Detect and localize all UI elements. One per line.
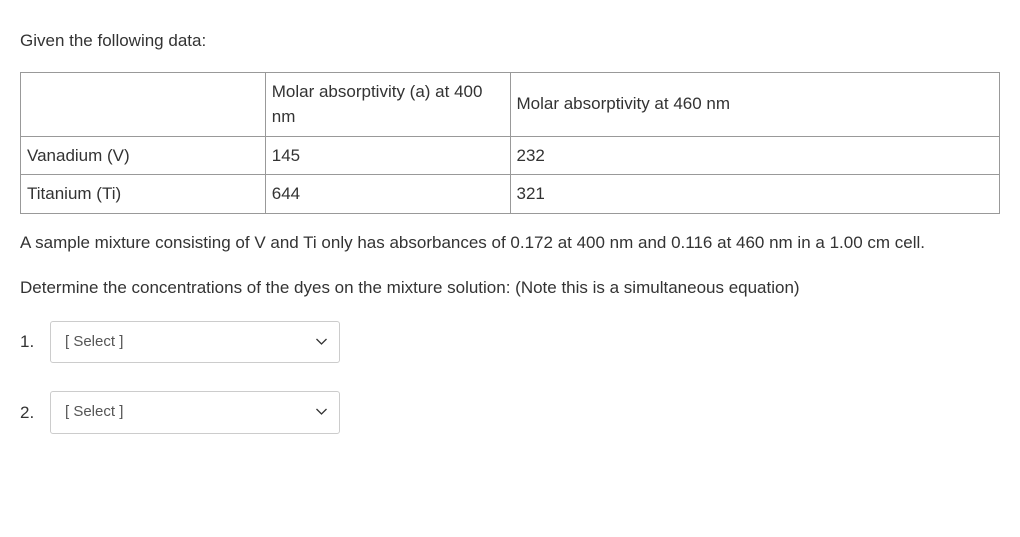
table-cell-460: 321: [510, 175, 1000, 214]
table-header-row: Molar absorptivity (a) at 400 nm Molar a…: [21, 72, 1000, 136]
chevron-down-icon: [316, 338, 327, 345]
sample-description: A sample mixture consisting of V and Ti …: [20, 230, 1000, 256]
select-value: [ Select ]: [65, 331, 123, 354]
answer-select-1[interactable]: [ Select ]: [50, 321, 340, 364]
table-header-400nm: Molar absorptivity (a) at 400 nm: [265, 72, 510, 136]
select-value: [ Select ]: [65, 401, 123, 424]
answer-select-2[interactable]: [ Select ]: [50, 391, 340, 434]
table-cell-element: Vanadium (V): [21, 136, 266, 175]
table-cell-400: 644: [265, 175, 510, 214]
answer-list: [ Select ] [ Select ]: [20, 321, 1000, 434]
table-cell-460: 232: [510, 136, 1000, 175]
table-header-460nm: Molar absorptivity at 460 nm: [510, 72, 1000, 136]
table-row: Vanadium (V) 145 232: [21, 136, 1000, 175]
list-item: [ Select ]: [20, 391, 1000, 434]
table-cell-element: Titanium (Ti): [21, 175, 266, 214]
chevron-down-icon: [316, 409, 327, 416]
table-header-blank: [21, 72, 266, 136]
intro-text: Given the following data:: [20, 28, 1000, 54]
list-item: [ Select ]: [20, 321, 1000, 364]
data-table: Molar absorptivity (a) at 400 nm Molar a…: [20, 72, 1000, 214]
table-row: Titanium (Ti) 644 321: [21, 175, 1000, 214]
instruction-text: Determine the concentrations of the dyes…: [20, 275, 1000, 301]
table-cell-400: 145: [265, 136, 510, 175]
